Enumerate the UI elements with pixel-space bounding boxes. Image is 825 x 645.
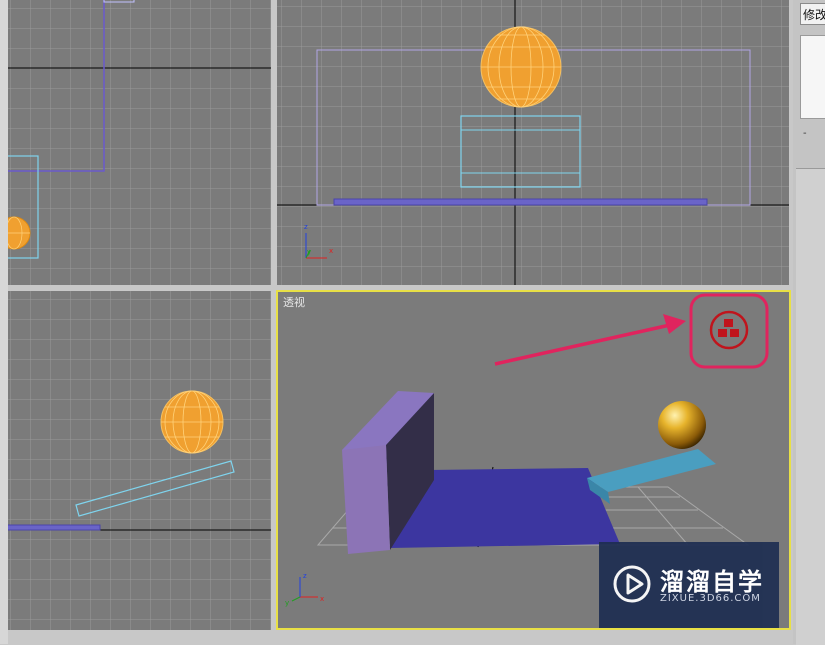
top-right-scene: x z y xyxy=(277,0,789,285)
viewport-top-right[interactable]: x z y xyxy=(277,0,789,285)
axis-y-label: y xyxy=(285,599,289,607)
wall-front-face xyxy=(342,445,390,554)
axis-z-label: z xyxy=(303,572,307,580)
axis-z-label: z xyxy=(304,223,308,231)
floor-slab xyxy=(333,198,708,206)
play-icon xyxy=(613,565,651,603)
highlight-circle xyxy=(689,293,769,369)
pyramid-blocks-icon[interactable] xyxy=(709,310,749,350)
axis-gizmo: x z y xyxy=(285,572,324,607)
sphere-wireframe xyxy=(160,390,224,454)
watermark-brand-cn: 溜溜自学 xyxy=(660,568,764,596)
viewport-label-perspective[interactable]: 透视 xyxy=(283,294,305,310)
axis-x-label: x xyxy=(320,595,324,603)
viewport-bottom-left[interactable] xyxy=(8,291,271,630)
modify-tab[interactable]: 修改 xyxy=(800,3,825,25)
bottom-left-scene xyxy=(8,291,271,630)
axis-x-label: x xyxy=(329,247,333,255)
viewport-left-edge xyxy=(0,0,8,644)
ramp-top-face xyxy=(587,449,716,492)
axis-y-label: y xyxy=(307,248,311,256)
gold-sphere xyxy=(658,401,706,449)
top-left-scene xyxy=(8,0,271,285)
watermark-brand-en: ZIXUE.3D66.COM xyxy=(660,593,761,604)
floor-slab xyxy=(8,524,101,531)
modifier-stack-list[interactable] xyxy=(800,35,825,119)
annotation-arrow xyxy=(494,314,686,366)
panel-caption: - xyxy=(803,128,807,139)
sphere-wireframe xyxy=(480,26,562,108)
viewport-top-left[interactable] xyxy=(8,0,271,285)
command-panel-rollout[interactable] xyxy=(796,168,825,645)
